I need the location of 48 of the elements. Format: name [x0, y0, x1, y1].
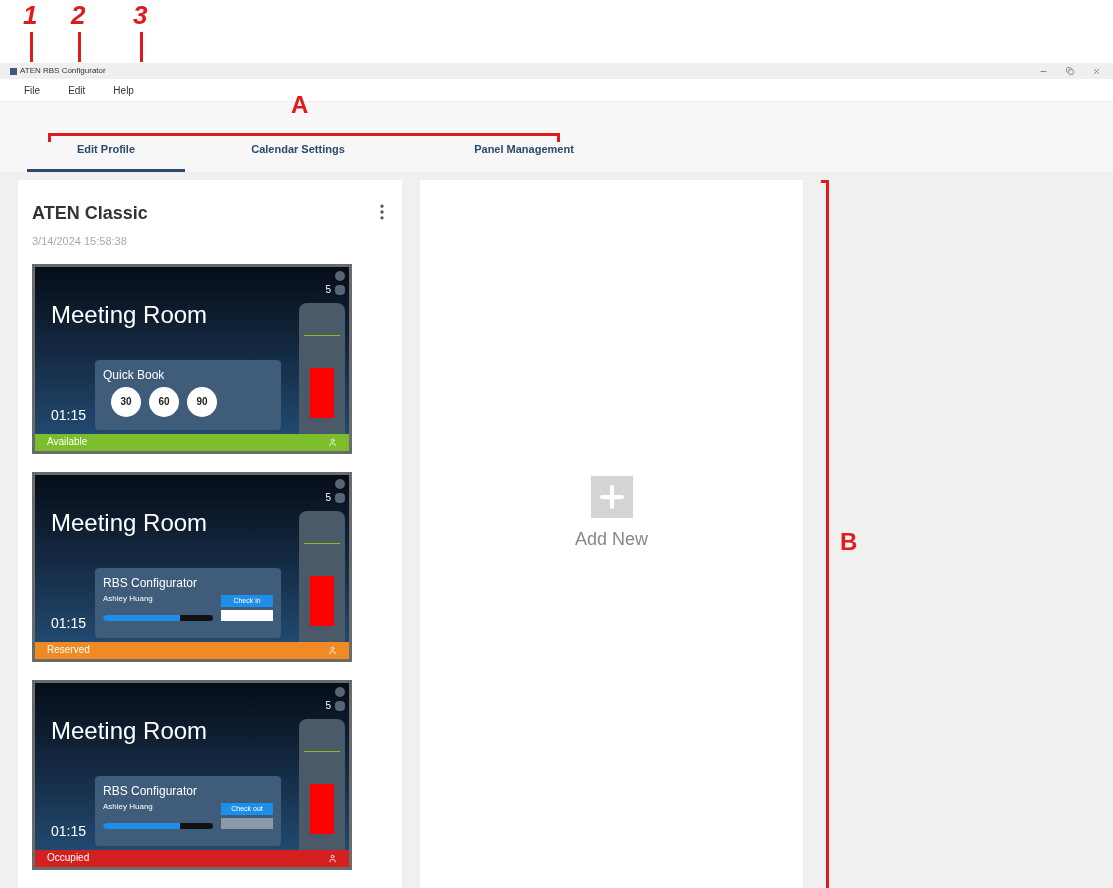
organizer-name: Ashley Huang — [103, 594, 154, 603]
card-title: Quick Book — [103, 367, 166, 383]
clock-time: 01:15 — [50, 821, 88, 841]
booking-block — [310, 367, 334, 418]
profile-name: ATEN Classic — [32, 202, 148, 225]
room-name: Meeting Room — [50, 715, 209, 743]
add-new-card[interactable]: Add New — [420, 180, 803, 888]
menu-item[interactable]: Edit — [68, 82, 86, 98]
status-label: Reserved — [47, 645, 90, 655]
tab[interactable]: Panel Management — [411, 130, 637, 172]
status-label: Available — [47, 437, 88, 447]
window-title: ATEN RBS Configurator — [20, 65, 106, 77]
app-icon — [10, 67, 17, 75]
duration-button[interactable]: 90 — [187, 386, 217, 417]
person-icon[interactable] — [328, 437, 337, 447]
person-icon[interactable] — [328, 645, 337, 655]
annotation-number: 1 — [23, 2, 38, 28]
room-name: Meeting Room — [50, 507, 209, 535]
meeting-count: 5 — [325, 700, 331, 711]
duration-button[interactable]: 60 — [149, 386, 179, 417]
clock-time: 01:15 — [50, 613, 88, 633]
annotation-line — [78, 32, 81, 62]
meeting-count: 5 — [325, 492, 331, 503]
secondary-button[interactable] — [221, 609, 273, 621]
booking-block — [310, 783, 334, 834]
clock-time: 01:15 — [50, 405, 88, 425]
room-name: Meeting Room — [50, 299, 209, 327]
menu-item[interactable]: File — [24, 82, 41, 98]
annotation-line — [140, 32, 143, 62]
organizer-name: Ashley Huang — [103, 802, 154, 811]
close-icon[interactable] — [1092, 66, 1101, 76]
annotation-number: 3 — [133, 2, 148, 28]
tab[interactable]: Calendar Settings — [185, 130, 411, 172]
duration-button[interactable]: 30 — [111, 386, 141, 417]
person-icon[interactable] — [328, 853, 337, 863]
meeting-count: 5 — [325, 284, 331, 295]
restore-icon[interactable] — [1066, 67, 1074, 75]
profile-timestamp: 3/14/2024 15:58:38 — [32, 234, 128, 249]
annotation-letter: A — [291, 93, 309, 117]
plus-icon — [590, 475, 633, 518]
annotation-number: 2 — [71, 2, 86, 28]
booking-block — [310, 575, 334, 626]
card-title: RBS Configurator — [103, 783, 199, 799]
status-label: Occupied — [47, 853, 90, 863]
annotation-line — [30, 32, 33, 62]
annotation-letter: B — [840, 530, 858, 554]
menu-item[interactable]: Help — [113, 82, 134, 98]
card-title: RBS Configurator — [103, 575, 199, 591]
